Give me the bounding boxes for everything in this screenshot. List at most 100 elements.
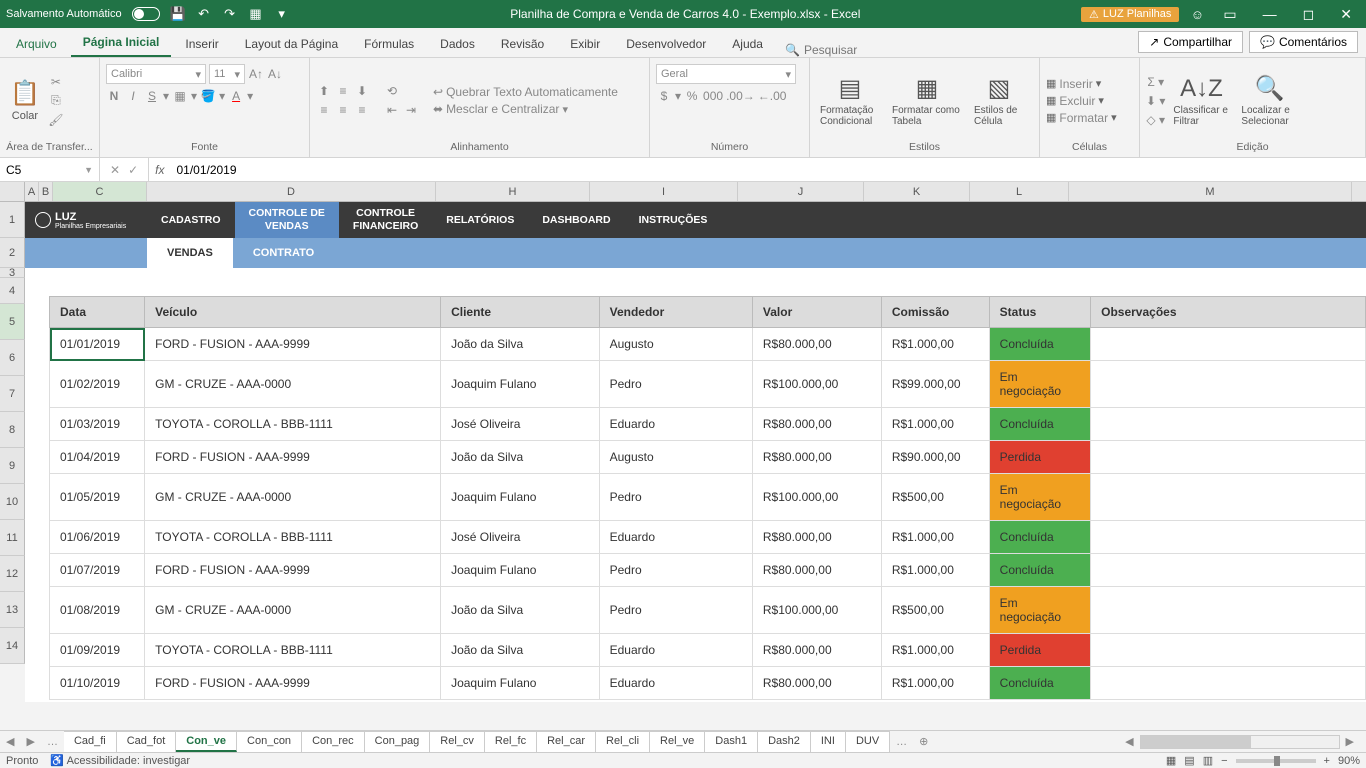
nav-relatórios[interactable]: RELATÓRIOS bbox=[432, 202, 528, 238]
cell[interactable]: FORD - FUSION - AAA-9999 bbox=[145, 554, 441, 587]
select-all-corner[interactable] bbox=[0, 182, 25, 201]
cell[interactable]: Pedro bbox=[599, 587, 752, 634]
cell[interactable]: FORD - FUSION - AAA-9999 bbox=[145, 667, 441, 700]
ribbon-options-icon[interactable]: ▭ bbox=[1215, 6, 1244, 23]
cell[interactable]: R$1.000,00 bbox=[881, 521, 989, 554]
cell[interactable]: Augusto bbox=[599, 441, 752, 474]
align-bottom-icon[interactable]: ⬇ bbox=[354, 83, 370, 99]
font-size-combo[interactable]: 11▾ bbox=[209, 64, 245, 84]
cell[interactable]: R$1.000,00 bbox=[881, 554, 989, 587]
align-middle-icon[interactable]: ≡ bbox=[335, 83, 351, 99]
cell[interactable]: 01/08/2019 bbox=[50, 587, 145, 634]
col-header-C[interactable]: C bbox=[53, 182, 147, 201]
undo-icon[interactable]: ↶ bbox=[196, 6, 212, 22]
comments-button[interactable]: 💬Comentários bbox=[1249, 31, 1358, 53]
maximize-icon[interactable]: ◻ bbox=[1295, 6, 1323, 23]
cell[interactable]: R$90.000,00 bbox=[881, 441, 989, 474]
underline-icon[interactable]: S bbox=[144, 88, 160, 104]
share-button[interactable]: ↗Compartilhar bbox=[1138, 31, 1243, 53]
zoom-level[interactable]: 90% bbox=[1338, 755, 1360, 767]
col-header-D[interactable]: D bbox=[147, 182, 436, 201]
cell[interactable]: Concluída bbox=[989, 408, 1090, 441]
cell[interactable]: Em negociação bbox=[989, 474, 1090, 521]
font-color-icon[interactable]: A bbox=[228, 88, 244, 104]
decrease-decimal-icon[interactable]: ←.00 bbox=[758, 88, 787, 104]
bold-icon[interactable]: N bbox=[106, 88, 122, 104]
ribbon-tab-fórmulas[interactable]: Fórmulas bbox=[352, 31, 426, 57]
cell[interactable]: R$100.000,00 bbox=[752, 587, 881, 634]
copy-icon[interactable]: ⎘ bbox=[48, 93, 64, 109]
cell[interactable]: João da Silva bbox=[441, 441, 600, 474]
increase-font-icon[interactable]: A↑ bbox=[248, 66, 264, 82]
col-header-A[interactable]: A bbox=[25, 182, 39, 201]
format-table-button[interactable]: ▦Formatar como Tabela bbox=[888, 70, 966, 131]
redo-icon[interactable]: ↷ bbox=[222, 6, 238, 22]
ribbon-tab-revisão[interactable]: Revisão bbox=[489, 31, 556, 57]
cell[interactable]: Perdida bbox=[989, 441, 1090, 474]
find-select-button[interactable]: 🔍Localizar e Selecionar bbox=[1237, 70, 1301, 131]
row-header-6[interactable]: 6 bbox=[0, 340, 25, 376]
col-header-J[interactable]: J bbox=[738, 182, 864, 201]
nav-controle-financeiro[interactable]: CONTROLEFINANCEIRO bbox=[339, 202, 432, 238]
scroll-left-icon[interactable]: ◀ bbox=[1119, 735, 1139, 748]
zoom-in-icon[interactable]: + bbox=[1324, 755, 1330, 767]
sheet-tab-Rel_fc[interactable]: Rel_fc bbox=[485, 731, 537, 752]
orientation-icon[interactable]: ⟲ bbox=[384, 83, 400, 99]
sheet-nav-prev-icon[interactable]: ◀ bbox=[0, 735, 20, 748]
clear-icon[interactable]: ◇ ▾ bbox=[1146, 112, 1165, 128]
cell[interactable]: Concluída bbox=[989, 328, 1090, 361]
cell[interactable]: R$80.000,00 bbox=[752, 521, 881, 554]
currency-icon[interactable]: $ bbox=[656, 88, 672, 104]
sheet-tab-Con_con[interactable]: Con_con bbox=[237, 731, 302, 752]
cell[interactable]: TOYOTA - COROLLA - BBB-1111 bbox=[145, 408, 441, 441]
cell[interactable]: 01/07/2019 bbox=[50, 554, 145, 587]
cell[interactable] bbox=[1091, 554, 1366, 587]
cell[interactable] bbox=[1091, 361, 1366, 408]
ribbon-tab-página-inicial[interactable]: Página Inicial bbox=[71, 29, 172, 57]
row-header-1[interactable]: 1 bbox=[0, 202, 25, 238]
cell[interactable]: 01/03/2019 bbox=[50, 408, 145, 441]
number-format-combo[interactable]: Geral▾ bbox=[656, 64, 796, 84]
sheet-tab-Rel_car[interactable]: Rel_car bbox=[537, 731, 596, 752]
sheet-tab-Rel_cv[interactable]: Rel_cv bbox=[430, 731, 485, 752]
row-header-14[interactable]: 14 bbox=[0, 628, 25, 664]
cell[interactable]: R$80.000,00 bbox=[752, 554, 881, 587]
row-header-11[interactable]: 11 bbox=[0, 520, 25, 556]
row-header-7[interactable]: 7 bbox=[0, 376, 25, 412]
cell[interactable]: José Oliveira bbox=[441, 408, 600, 441]
cell[interactable]: Joaquim Fulano bbox=[441, 474, 600, 521]
cell[interactable]: Em negociação bbox=[989, 361, 1090, 408]
align-center-icon[interactable]: ≡ bbox=[335, 102, 351, 118]
cell[interactable] bbox=[1091, 667, 1366, 700]
col-header-H[interactable]: H bbox=[436, 182, 590, 201]
cell[interactable]: Pedro bbox=[599, 554, 752, 587]
cell[interactable] bbox=[1091, 328, 1366, 361]
sheet-tab-INI[interactable]: INI bbox=[811, 731, 846, 752]
cell[interactable]: R$80.000,00 bbox=[752, 667, 881, 700]
autosave-toggle[interactable] bbox=[132, 7, 160, 21]
col-header-B[interactable]: B bbox=[39, 182, 53, 201]
enter-formula-icon[interactable]: ✓ bbox=[128, 163, 138, 177]
ribbon-tab-inserir[interactable]: Inserir bbox=[173, 31, 230, 57]
cell[interactable] bbox=[1091, 408, 1366, 441]
row-header-12[interactable]: 12 bbox=[0, 556, 25, 592]
cell[interactable]: GM - CRUZE - AAA-0000 bbox=[145, 361, 441, 408]
sort-filter-button[interactable]: A↓ZClassificar e Filtrar bbox=[1169, 71, 1233, 131]
cell[interactable]: Em negociação bbox=[989, 587, 1090, 634]
cell[interactable]: Eduardo bbox=[599, 521, 752, 554]
col-header-L[interactable]: L bbox=[970, 182, 1069, 201]
cell[interactable]: Eduardo bbox=[599, 667, 752, 700]
cell[interactable]: R$99.000,00 bbox=[881, 361, 989, 408]
zoom-slider[interactable] bbox=[1236, 759, 1316, 763]
paste-button[interactable]: 📋Colar bbox=[6, 75, 44, 126]
minimize-icon[interactable]: — bbox=[1255, 6, 1285, 22]
view-normal-icon[interactable]: ▦ bbox=[1166, 754, 1176, 767]
cell[interactable] bbox=[1091, 634, 1366, 667]
cancel-formula-icon[interactable]: ✕ bbox=[110, 163, 120, 177]
insert-cells-button[interactable]: ▦ Inserir ▾ bbox=[1046, 77, 1117, 91]
align-top-icon[interactable]: ⬆ bbox=[316, 83, 332, 99]
cell[interactable]: R$80.000,00 bbox=[752, 328, 881, 361]
cell[interactable]: João da Silva bbox=[441, 587, 600, 634]
cell[interactable]: Concluída bbox=[989, 554, 1090, 587]
nav-controle-de-vendas[interactable]: CONTROLE DEVENDAS bbox=[235, 202, 339, 238]
